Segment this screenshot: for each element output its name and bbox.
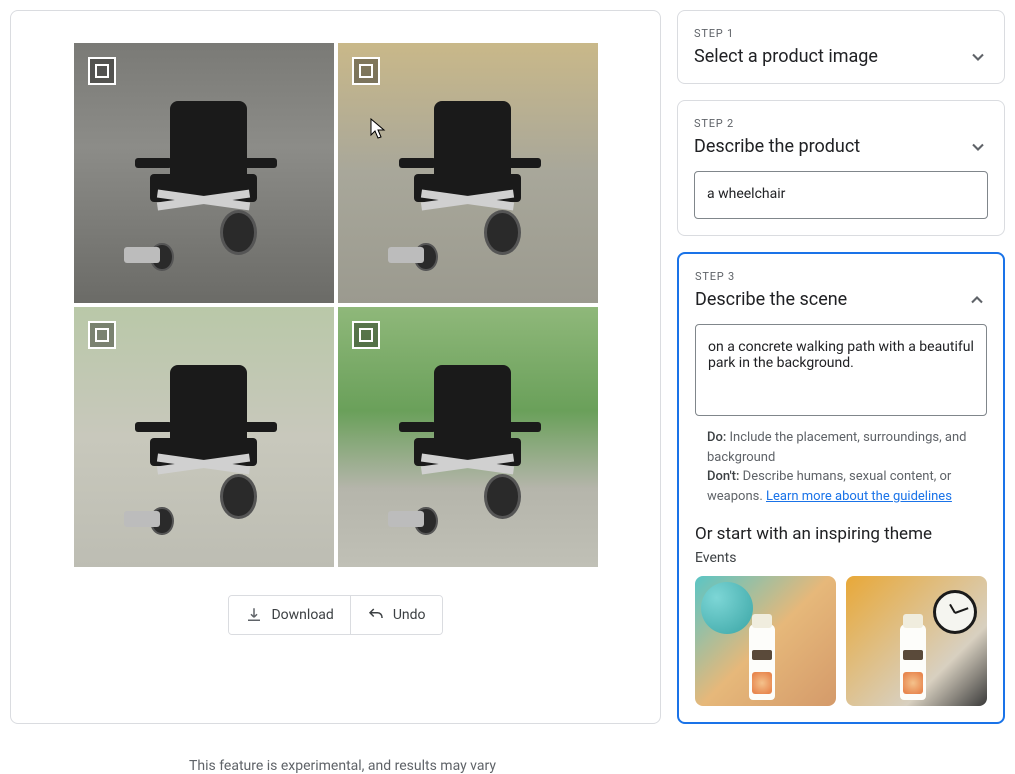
scene-description-input[interactable]: on a concrete walking path with a beauti… [695, 324, 987, 416]
chevron-up-icon [967, 290, 987, 310]
select-image-checkbox[interactable] [88, 57, 116, 85]
generated-image-grid [74, 43, 598, 567]
select-image-checkbox[interactable] [352, 321, 380, 349]
chevron-down-icon [968, 47, 988, 67]
product-description-input[interactable]: a wheelchair [694, 171, 988, 219]
experimental-note: This feature is experimental, and result… [10, 758, 675, 774]
download-icon [245, 606, 263, 624]
undo-button[interactable]: Undo [350, 596, 442, 634]
chevron-down-icon [968, 137, 988, 157]
download-label: Download [271, 607, 333, 623]
theme-card-1[interactable] [695, 576, 836, 706]
select-image-checkbox[interactable] [352, 57, 380, 85]
results-panel: Download Undo [10, 10, 661, 724]
undo-label: Undo [393, 607, 426, 623]
download-button[interactable]: Download [229, 596, 349, 634]
inspire-title: Or start with an inspiring theme [695, 524, 987, 544]
generated-image-4[interactable] [338, 307, 598, 567]
theme-card-2[interactable] [846, 576, 987, 706]
action-bar: Download Undo [228, 595, 442, 635]
undo-icon [367, 606, 385, 624]
step-2-title: Describe the product [694, 136, 860, 157]
step-3-card[interactable]: STEP 3 Describe the scene on a concrete … [677, 252, 1005, 724]
guidelines-text: Do: Include the placement, surroundings,… [695, 428, 987, 506]
generated-image-3[interactable] [74, 307, 334, 567]
generated-image-2[interactable] [338, 43, 598, 303]
select-image-checkbox[interactable] [88, 321, 116, 349]
guidelines-link[interactable]: Learn more about the guidelines [766, 489, 952, 504]
step-1-title: Select a product image [694, 46, 878, 67]
steps-panel: STEP 1 Select a product image STEP 2 Des… [677, 10, 1005, 724]
step-1-label: STEP 1 [694, 27, 988, 40]
step-3-title: Describe the scene [695, 289, 847, 310]
generated-image-1[interactable] [74, 43, 334, 303]
step-3-label: STEP 3 [695, 270, 987, 283]
inspire-category: Events [695, 550, 987, 566]
step-1-card[interactable]: STEP 1 Select a product image [677, 10, 1005, 84]
step-2-card[interactable]: STEP 2 Describe the product a wheelchair [677, 100, 1005, 236]
step-2-label: STEP 2 [694, 117, 988, 130]
